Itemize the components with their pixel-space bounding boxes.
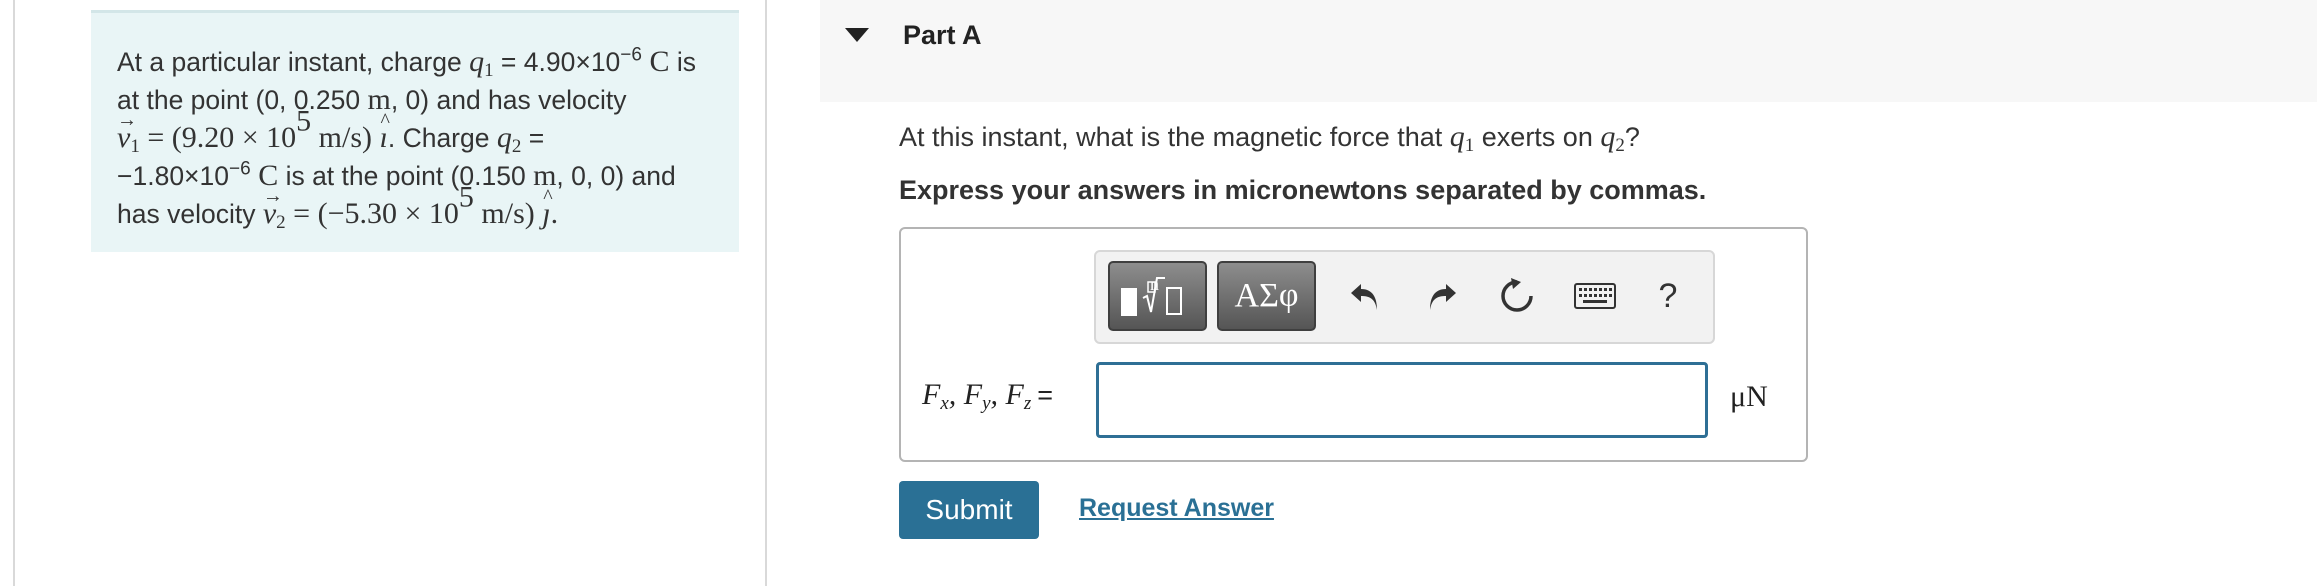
q2-exponent: −6 — [229, 158, 251, 180]
part-header[interactable] — [820, 0, 2317, 102]
q2-symbol: q2 — [496, 121, 522, 157]
answer-variable-label: Fx, Fy, Fz = — [922, 378, 1054, 414]
q1-point-post: , 0) and has velocity — [390, 85, 627, 115]
help-icon[interactable]: ? — [1644, 272, 1692, 320]
left-divider — [13, 0, 15, 586]
q1-exponent: −6 — [620, 44, 642, 66]
q1-after: is — [669, 47, 696, 77]
math-toolbar: n ΑΣφ ? — [1094, 250, 1715, 344]
templates-icon: n — [1117, 268, 1199, 325]
v2-exponent: 5 — [458, 180, 474, 214]
v2-pre: has velocity — [117, 199, 263, 229]
submit-button[interactable]: Submit — [899, 481, 1039, 539]
problem-intro: At a particular instant, charge — [117, 47, 462, 77]
q2-point-post: , 0, 0) and — [556, 161, 676, 191]
v1-exponent: 5 — [296, 104, 312, 138]
q2-point-pre: is at the point (0.150 — [278, 161, 534, 191]
answer-input[interactable] — [1096, 362, 1708, 438]
v2-equation: = (−5.30 × 10 — [285, 197, 459, 230]
v2-unit: m/s) — [473, 197, 543, 230]
reset-icon[interactable] — [1493, 272, 1541, 320]
problem-statement: At a particular instant, charge q1 = 4.9… — [91, 10, 739, 252]
v1-unit: m/s) — [311, 121, 380, 154]
v1-symbol: v1 — [117, 102, 140, 156]
v2-symbol: v2 — [263, 178, 286, 232]
q1-unit: C — [641, 45, 670, 78]
v1-equation: = (9.20 × 10 — [139, 121, 297, 154]
instruction-text: Express your answers in micronewtons sep… — [899, 175, 1707, 205]
q2-equals: = — [521, 123, 545, 153]
part-title[interactable]: Part A — [903, 20, 982, 51]
question-text: At this instant, what is the magnetic fo… — [899, 120, 1640, 156]
column-divider — [765, 0, 767, 586]
v2-direction: ȷ — [542, 179, 553, 232]
q2-value: −1.80×10 — [117, 161, 230, 191]
answer-unit: μN — [1730, 380, 1768, 413]
undo-icon[interactable] — [1341, 272, 1389, 320]
keyboard-icon[interactable] — [1571, 272, 1619, 320]
redo-icon[interactable] — [1418, 272, 1466, 320]
symbols-button[interactable]: ΑΣφ — [1217, 261, 1316, 331]
collapse-caret-icon[interactable] — [845, 28, 869, 42]
v1-after: . Charge — [387, 123, 490, 153]
q1-point-pre: at the point (0, 0.250 — [117, 85, 368, 115]
request-answer-link[interactable]: Request Answer — [1079, 494, 1274, 523]
q1-symbol: q1 — [469, 45, 494, 81]
templates-button[interactable]: n — [1108, 261, 1207, 331]
q1-value: = 4.90×10 — [493, 47, 621, 77]
v1-direction: ı — [380, 103, 391, 156]
